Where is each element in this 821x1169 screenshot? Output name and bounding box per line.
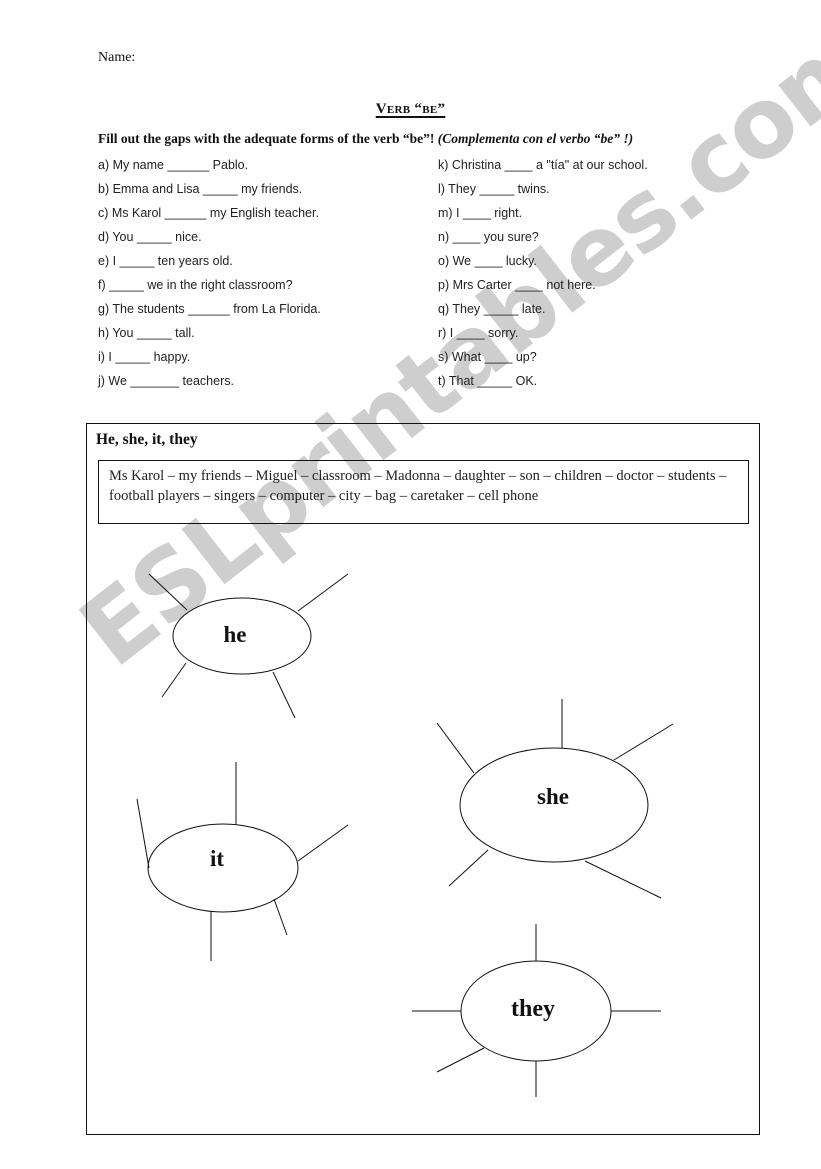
- spoke-line: [584, 860, 662, 899]
- spoke-line: [436, 1047, 485, 1073]
- spoke-line: [297, 573, 349, 612]
- spider-it: [136, 762, 349, 961]
- bubble-label-it: it: [210, 846, 224, 871]
- bubble-label-they: they: [511, 996, 555, 1022]
- spoke-line: [613, 723, 674, 761]
- bubble-label-he: he: [224, 622, 247, 647]
- spoke-line: [448, 849, 489, 887]
- spider-he: [148, 573, 349, 719]
- worksheet-page: ESLprintables.com Name: Verb “be” Fill o…: [0, 0, 821, 1169]
- spider-diagrams: he it she they: [136, 573, 674, 1097]
- spoke-line: [297, 824, 349, 862]
- spoke-line: [136, 798, 150, 869]
- spoke-line: [148, 573, 188, 611]
- bubble-label-she: she: [537, 784, 569, 809]
- spoke-line: [272, 671, 296, 719]
- spoke-line: [436, 722, 475, 774]
- spoke-line: [273, 898, 288, 936]
- spoke-line: [161, 662, 187, 698]
